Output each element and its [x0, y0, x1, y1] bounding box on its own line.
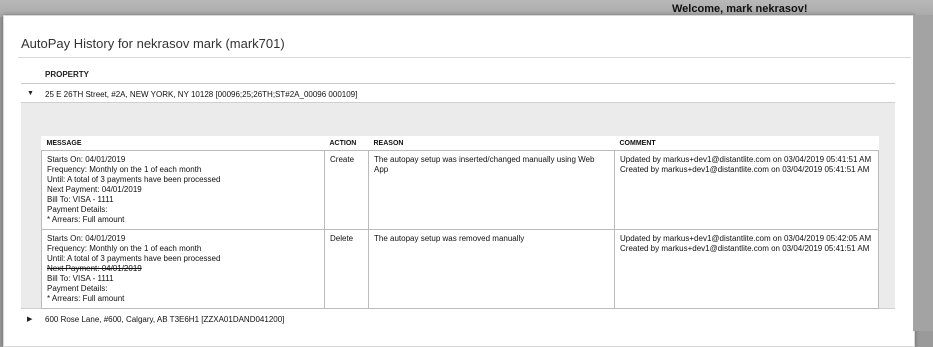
caret-right-icon[interactable]: ▶ — [27, 315, 32, 323]
welcome-message: Welcome, mark nekrasov! — [672, 3, 808, 15]
table-header-row: MESSAGE ACTION REASON COMMENT — [41, 136, 879, 151]
arrears-text: * Arrears: Full amount — [47, 215, 125, 224]
until-text: Until: A total of 3 payments have been p… — [47, 254, 221, 263]
message-cell: Starts On: 04/01/2019 Frequency: Monthly… — [41, 229, 325, 309]
table-row: Starts On: 04/01/2019 Frequency: Monthly… — [41, 150, 879, 230]
reason-cell: The autopay setup was inserted/changed m… — [368, 150, 615, 230]
table-row: Starts On: 04/01/2019 Frequency: Monthly… — [41, 229, 879, 309]
property-detail-panel: MESSAGE ACTION REASON COMMENT Starts On:… — [21, 102, 895, 309]
property-label: 600 Rose Lane, #600, Calgary, AB T3E6H1 … — [45, 315, 285, 324]
action-cell: Delete — [324, 229, 369, 309]
column-header-message: MESSAGE — [41, 136, 325, 151]
property-column-header: PROPERTY — [45, 70, 90, 79]
comment-cell: Updated by markus+dev1@distantlite.com o… — [614, 229, 879, 309]
column-header-action: ACTION — [324, 136, 369, 151]
title-divider — [18, 57, 911, 58]
next-payment-text-struck: Next Payment: 04/01/2019 — [47, 264, 142, 273]
comment-created-text: Created by markus+dev1@distantlite.com o… — [620, 165, 870, 174]
property-row-collapsed[interactable]: ▶ 600 Rose Lane, #600, Calgary, AB T3E6H… — [21, 311, 895, 328]
arrears-text: * Arrears: Full amount — [47, 294, 125, 303]
bill-to-text: Bill To: VISA - 1111 — [47, 274, 114, 283]
column-header-reason: REASON — [368, 136, 615, 151]
comment-created-text: Created by markus+dev1@distantlite.com o… — [620, 244, 870, 253]
comment-updated-text: Updated by markus+dev1@distantlite.com o… — [620, 234, 872, 243]
autopay-history-table: MESSAGE ACTION REASON COMMENT Starts On:… — [41, 136, 879, 309]
frequency-text: Frequency: Monthly on the 1 of each mont… — [47, 165, 202, 174]
column-header-comment: COMMENT — [614, 136, 879, 151]
starts-on-text: Starts On: 04/01/2019 — [47, 234, 126, 243]
autopay-history-dialog: AutoPay History for nekrasov mark (mark7… — [3, 15, 915, 347]
reason-cell: The autopay setup was removed manually — [368, 229, 615, 309]
background-overlay-edge — [913, 15, 933, 331]
payment-details-text: Payment Details: — [47, 284, 108, 293]
bill-to-text: Bill To: VISA - 1111 — [47, 195, 114, 204]
property-label: 25 E 26TH Street, #2A, NEW YORK, NY 1012… — [45, 90, 358, 99]
frequency-text: Frequency: Monthly on the 1 of each mont… — [47, 244, 202, 253]
next-payment-text: Next Payment: 04/01/2019 — [47, 185, 142, 194]
starts-on-text: Starts On: 04/01/2019 — [47, 155, 126, 164]
dialog-title: AutoPay History for nekrasov mark (mark7… — [21, 36, 285, 51]
action-cell: Create — [324, 150, 369, 230]
property-row-expanded[interactable]: ▼ 25 E 26TH Street, #2A, NEW YORK, NY 10… — [21, 86, 895, 103]
comment-cell: Updated by markus+dev1@distantlite.com o… — [614, 150, 879, 230]
payment-details-text: Payment Details: — [47, 205, 108, 214]
message-cell: Starts On: 04/01/2019 Frequency: Monthly… — [41, 150, 325, 230]
until-text: Until: A total of 3 payments have been p… — [47, 175, 221, 184]
comment-updated-text: Updated by markus+dev1@distantlite.com o… — [620, 155, 872, 164]
header-divider — [21, 83, 895, 84]
caret-down-icon[interactable]: ▼ — [27, 90, 34, 97]
